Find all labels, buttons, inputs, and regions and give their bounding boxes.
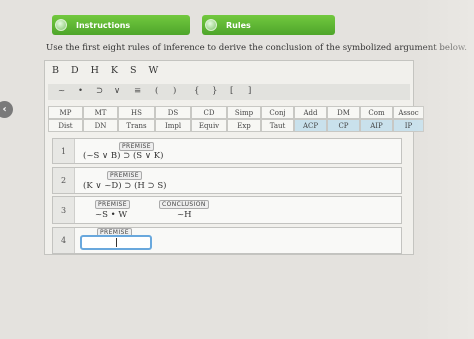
- rule-acp[interactable]: ACP: [294, 119, 327, 132]
- proof-line-2[interactable]: 2 PREMISE (K ∨ ~D) ⊃ (H ⊃ S): [52, 167, 402, 194]
- conclusion-tag: CONCLUSION: [159, 200, 209, 209]
- conclusion-formula: ~H: [177, 210, 192, 220]
- letter-s-button[interactable]: S: [130, 65, 137, 76]
- line-formula: (~S ∨ B) ⊃ (S ∨ K): [83, 151, 164, 161]
- rule-ds[interactable]: DS: [155, 106, 191, 119]
- rule-cp[interactable]: CP: [327, 119, 360, 132]
- premise-tag: PREMISE: [95, 200, 130, 209]
- dot-button[interactable]: •: [78, 86, 83, 96]
- tab-rules[interactable]: Rules: [202, 15, 335, 35]
- rule-com[interactable]: Com: [360, 106, 393, 119]
- symbol-palette: ~ • ⊃ ∨ ≡ ( ) { } [ ]: [48, 84, 410, 100]
- line-formula: ~S • W: [95, 210, 128, 220]
- horseshoe-button[interactable]: ⊃: [96, 86, 103, 96]
- rule-hs[interactable]: HS: [118, 106, 155, 119]
- line-number: 2: [53, 168, 75, 193]
- line-formula: (K ∨ ~D) ⊃ (H ⊃ S): [83, 181, 167, 191]
- rule-impl[interactable]: Impl: [155, 119, 191, 132]
- rule-dm[interactable]: DM: [327, 106, 360, 119]
- rule-cd[interactable]: CD: [191, 106, 227, 119]
- open-brace-button[interactable]: {: [194, 86, 199, 96]
- rule-dn[interactable]: DN: [83, 119, 118, 132]
- tab-radio-icon: [55, 19, 67, 31]
- rule-conj[interactable]: Conj: [261, 106, 294, 119]
- rule-aip[interactable]: AIP: [360, 119, 393, 132]
- rule-mp[interactable]: MP: [48, 106, 83, 119]
- tab-label: Rules: [226, 20, 251, 30]
- rule-add[interactable]: Add: [294, 106, 327, 119]
- line-number: 3: [53, 197, 75, 223]
- rule-equiv[interactable]: Equiv: [191, 119, 227, 132]
- rule-dist[interactable]: Dist: [48, 119, 83, 132]
- premise-tag: PREMISE: [107, 171, 142, 180]
- rule-exp[interactable]: Exp: [227, 119, 261, 132]
- premise-tag: PREMISE: [119, 142, 154, 151]
- proof-line-3[interactable]: 3 PREMISE ~S • W CONCLUSION ~H: [52, 196, 402, 224]
- tilde-button[interactable]: ~: [58, 86, 65, 96]
- rule-mt[interactable]: MT: [83, 106, 118, 119]
- close-bracket-button[interactable]: ]: [248, 86, 251, 96]
- letter-b-button[interactable]: B: [52, 65, 59, 76]
- proof-line-1[interactable]: 1 PREMISE (~S ∨ B) ⊃ (S ∨ K): [52, 138, 402, 164]
- open-paren-button[interactable]: (: [155, 86, 158, 96]
- tab-radio-icon: [205, 19, 217, 31]
- chevron-left-icon[interactable]: ‹: [0, 101, 13, 118]
- line-number: 1: [53, 139, 75, 163]
- rule-taut[interactable]: Taut: [261, 119, 294, 132]
- background-glare: [414, 0, 474, 339]
- instructions-text: Use the first eight rules of inference t…: [46, 43, 468, 53]
- triple-bar-button[interactable]: ≡: [134, 86, 141, 96]
- letter-h-button[interactable]: H: [91, 65, 99, 76]
- wedge-button[interactable]: ∨: [114, 86, 120, 96]
- line-number: 4: [53, 228, 75, 253]
- tab-instructions[interactable]: Instructions: [52, 15, 190, 35]
- close-brace-button[interactable]: }: [212, 86, 217, 96]
- open-bracket-button[interactable]: [: [230, 86, 233, 96]
- rule-trans[interactable]: Trans: [118, 119, 155, 132]
- tab-label: Instructions: [76, 20, 131, 30]
- letter-d-button[interactable]: D: [71, 65, 79, 76]
- letter-palette: B D H K S W: [52, 65, 158, 76]
- text-cursor: [116, 238, 117, 247]
- close-paren-button[interactable]: ): [173, 86, 176, 96]
- rules-grid: MP MT HS DS CD Simp Conj Add DM Com Asso…: [48, 106, 424, 132]
- rule-simp[interactable]: Simp: [227, 106, 261, 119]
- letter-w-button[interactable]: W: [149, 65, 159, 76]
- letter-k-button[interactable]: K: [111, 65, 118, 76]
